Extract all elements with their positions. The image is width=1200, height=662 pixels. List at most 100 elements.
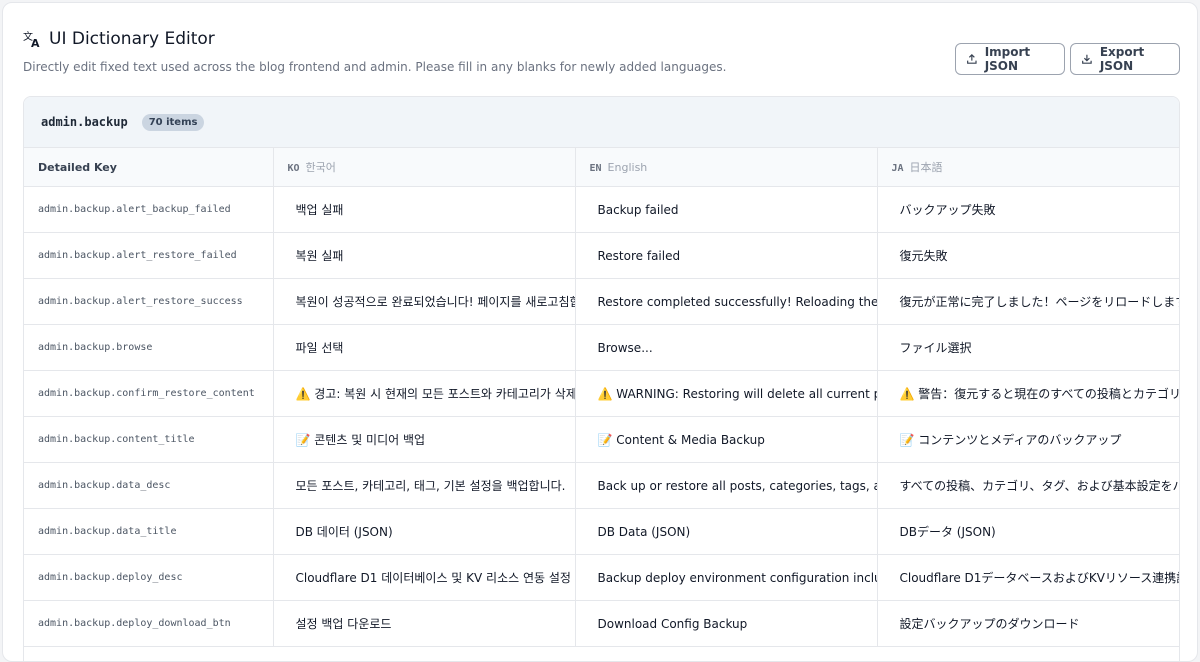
cell-ko: 📝 콘텐츠 및 미디어 백업 <box>273 416 576 463</box>
cell-ko: 파일 선택 <box>273 324 576 371</box>
dictionary-key: admin.backup.deploy_download_btn <box>24 600 274 647</box>
translation-input-ja[interactable]: すべての投稿、カテゴリ、タグ、および基本設定をバックアップします。 <box>878 477 1180 494</box>
dictionary-key: admin.backup.alert_backup_failed <box>24 186 274 233</box>
translation-input-ja[interactable]: バックアップ失敗 <box>878 201 1180 218</box>
translation-input-ko[interactable]: DB 데이터 (JSON) <box>274 523 575 540</box>
cell-en: DB Data (JSON) <box>575 508 878 555</box>
cell-ko: ⚠️ 경고: 복원 시 현재의 모든 포스트와 카테고리가 삭제됩니다. <box>273 370 576 417</box>
translation-input-ko[interactable]: 설정 백업 다운로드 <box>274 615 575 632</box>
cell-en: Browse... <box>575 324 878 371</box>
table-row: admin.backup.deploy_desc Cloudflare D1 데이… <box>24 554 1180 601</box>
page-subtitle: Directly edit fixed text used across the… <box>23 60 727 74</box>
translation-input-en[interactable]: ⚠️ WARNING: Restoring will delete all cu… <box>576 387 877 401</box>
dictionary-key: admin.backup.alert_restore_failed <box>24 232 274 279</box>
cell-ko: 모든 포스트, 카테고리, 태그, 기본 설정을 백업합니다. <box>273 462 576 509</box>
translation-input-ko[interactable]: 파일 선택 <box>274 339 575 356</box>
translation-input-en[interactable]: Download Config Backup <box>576 617 877 631</box>
translation-input-ko[interactable]: 백업 실패 <box>274 201 575 218</box>
translate-icon: 文 A <box>23 29 43 49</box>
cell-ja: 復元が正常に完了しました！ページをリロードします。 <box>877 278 1180 325</box>
cell-en: Download Config Backup <box>575 600 878 647</box>
translation-input-en[interactable]: 📝 Content & Media Backup <box>576 433 877 447</box>
translation-input-ko[interactable]: 모든 포스트, 카테고리, 태그, 기본 설정을 백업합니다. <box>274 477 575 494</box>
translation-input-ko[interactable]: ⚠️ 경고: 복원 시 현재의 모든 포스트와 카테고리가 삭제됩니다. <box>274 385 575 402</box>
lang-code: EN <box>589 162 602 174</box>
translation-input-ko[interactable]: 복원이 성공적으로 완료되었습니다! 페이지를 새로고침합니다. <box>274 293 575 310</box>
cell-ko: Cloudflare D1 데이터베이스 및 KV 리소스 연동 설정 <box>273 554 576 601</box>
cell-en: Backup deploy environment configuration … <box>575 554 878 601</box>
translation-input-ja[interactable]: ファイル選択 <box>878 339 1180 356</box>
translation-input-en[interactable]: Backup deploy environment configuration … <box>576 571 877 585</box>
translation-input-ko[interactable]: Cloudflare D1 데이터베이스 및 KV 리소스 연동 설정 <box>274 569 575 586</box>
cell-ko: 백업 실패 <box>273 186 576 233</box>
cell-ja: DBデータ (JSON) <box>877 508 1180 555</box>
import-json-button[interactable]: Import JSON <box>955 43 1065 75</box>
cell-ko: 복원이 성공적으로 완료되었습니다! 페이지를 새로고침합니다. <box>273 278 576 325</box>
translation-input-en[interactable]: Back up or restore all posts, categories… <box>576 479 877 493</box>
table-row: admin.backup.deploy_download_btn 설정 백업 다운… <box>24 600 1180 647</box>
translation-input-ja[interactable]: Cloudflare D1データベースおよびKVリソース連携設定 <box>878 569 1180 586</box>
dictionary-group-panel: admin.backup 70 items Detailed Key KO 한국어… <box>23 96 1180 661</box>
dictionary-key: admin.backup.data_desc <box>24 462 274 509</box>
dictionary-editor-card: 文 A UI Dictionary Editor Directly edit f… <box>2 2 1198 662</box>
item-count-badge: 70 items <box>141 113 205 131</box>
cell-ja: 📝 コンテンツとメディアのバックアップ <box>877 416 1180 463</box>
cell-en: ⚠️ WARNING: Restoring will delete all cu… <box>575 370 878 417</box>
dictionary-key: admin.backup.data_title <box>24 508 274 555</box>
translation-input-en[interactable]: Restore completed successfully! Reloadin… <box>576 295 877 309</box>
dictionary-key: admin.backup.alert_restore_success <box>24 278 274 325</box>
translation-input-ja[interactable]: DBデータ (JSON) <box>878 523 1180 540</box>
group-header[interactable]: admin.backup 70 items <box>24 97 1179 148</box>
translation-input-ja[interactable]: 復元が正常に完了しました！ページをリロードします。 <box>878 293 1180 310</box>
download-icon <box>1082 54 1092 64</box>
table-row: admin.backup.alert_restore_success 복원이 성공… <box>24 278 1180 325</box>
translation-input-ja[interactable]: 復元失敗 <box>878 247 1180 264</box>
table-row: admin.backup.data_desc 모든 포스트, 카테고리, 태그, … <box>24 462 1180 509</box>
lang-name: 日本語 <box>909 161 943 174</box>
column-header-key: Detailed Key <box>24 148 274 187</box>
cell-en: Back up or restore all posts, categories… <box>575 462 878 509</box>
page-title: UI Dictionary Editor <box>49 29 215 49</box>
column-header-en: EN English <box>575 148 878 187</box>
export-json-button[interactable]: Export JSON <box>1070 43 1180 75</box>
lang-name: English <box>607 160 648 174</box>
translation-input-en[interactable]: DB Data (JSON) <box>576 525 877 539</box>
translation-input-en[interactable]: Restore failed <box>576 249 877 263</box>
translation-input-ko[interactable]: 복원 실패 <box>274 247 575 264</box>
table-row: admin.backup.content_title 📝 콘텐츠 및 미디어 백업… <box>24 416 1180 463</box>
cell-ko: 설정 백업 다운로드 <box>273 600 576 647</box>
translation-input-en[interactable]: Backup failed <box>576 203 877 217</box>
table-row: admin.backup.confirm_restore_content ⚠️ 경… <box>24 370 1180 417</box>
upload-icon <box>967 53 977 64</box>
dictionary-key: admin.backup.deploy_desc <box>24 554 274 601</box>
column-header-ko: KO 한국어 <box>273 148 576 187</box>
cell-ko: DB 데이터 (JSON) <box>273 508 576 555</box>
lang-code: JA <box>891 163 904 174</box>
lang-name: 한국어 <box>305 161 336 174</box>
dictionary-key: admin.backup.browse <box>24 324 274 371</box>
translation-input-ja[interactable]: 設定バックアップのダウンロード <box>878 615 1180 632</box>
dictionary-table: Detailed Key KO 한국어 EN English JA 日本語 admin… <box>24 148 1179 647</box>
dictionary-key: admin.backup.confirm_restore_content <box>24 370 274 417</box>
cell-en: Backup failed <box>575 186 878 233</box>
cell-en: Restore completed successfully! Reloadin… <box>575 278 878 325</box>
translation-input-ja[interactable]: ⚠️ 警告：復元すると現在のすべての投稿とカテゴリが削除されます。 <box>878 385 1180 402</box>
svg-text:A: A <box>31 37 40 49</box>
cell-ja: Cloudflare D1データベースおよびKVリソース連携設定 <box>877 554 1180 601</box>
translation-input-en[interactable]: Browse... <box>576 341 877 355</box>
table-row: admin.backup.alert_restore_failed 복원 실패 Re… <box>24 232 1180 279</box>
cell-ja: 復元失敗 <box>877 232 1180 279</box>
table-row: admin.backup.data_title DB 데이터 (JSON) DB D… <box>24 508 1180 555</box>
group-name: admin.backup <box>41 115 128 129</box>
export-json-label: Export JSON <box>1099 45 1145 73</box>
import-json-label: Import JSON <box>984 45 1031 73</box>
cell-ja: ファイル選択 <box>877 324 1180 371</box>
column-header-ja: JA 日本語 <box>877 148 1179 187</box>
translation-input-ja[interactable]: 📝 コンテンツとメディアのバックアップ <box>878 431 1180 448</box>
cell-ja: ⚠️ 警告：復元すると現在のすべての投稿とカテゴリが削除されます。 <box>877 370 1180 417</box>
translation-input-ko[interactable]: 📝 콘텐츠 및 미디어 백업 <box>274 431 575 448</box>
lang-code: KO <box>287 163 300 174</box>
title-row: 文 A UI Dictionary Editor <box>23 29 215 49</box>
cell-ja: すべての投稿、カテゴリ、タグ、および基本設定をバックアップします。 <box>877 462 1180 509</box>
table-row: admin.backup.alert_backup_failed 백업 실패 Bac… <box>24 186 1180 233</box>
